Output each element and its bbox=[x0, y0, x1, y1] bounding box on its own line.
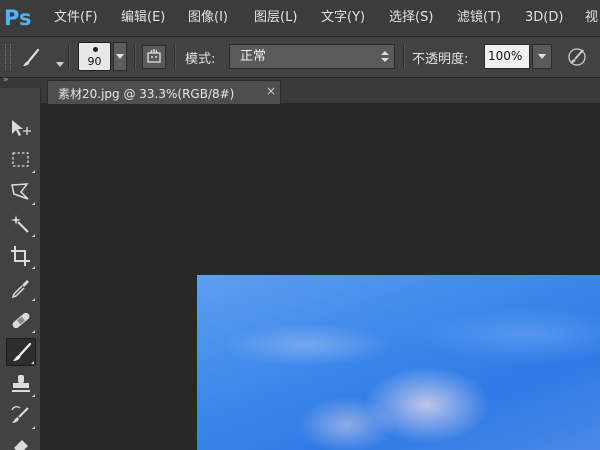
brush-panel-toggle[interactable] bbox=[142, 45, 166, 69]
polygonal-lasso-icon bbox=[11, 183, 29, 200]
submenu-corner bbox=[32, 298, 35, 301]
magic-wand-tool[interactable] bbox=[6, 210, 36, 238]
menu-file[interactable]: 文件(F) bbox=[54, 8, 98, 28]
eyedropper-icon bbox=[11, 280, 29, 299]
brush-size-picker[interactable]: 90 bbox=[78, 42, 111, 71]
submenu-corner bbox=[32, 266, 35, 269]
eraser-tool[interactable] bbox=[6, 432, 36, 450]
submenu-corner bbox=[32, 394, 35, 397]
menu-filter[interactable]: 滤镜(T) bbox=[457, 8, 501, 28]
brush-tool[interactable] bbox=[6, 338, 36, 366]
bandage-icon bbox=[12, 312, 30, 329]
menu-image[interactable]: 图像(I) bbox=[188, 8, 228, 28]
marquee-tool[interactable] bbox=[6, 146, 36, 174]
menu-3d[interactable]: 3D(D) bbox=[525, 8, 563, 28]
menu-bar: Ps 文件(F) 编辑(E) 图像(I) 图层(L) 文字(Y) 选择(S) 滤… bbox=[0, 0, 600, 37]
opacity-dropdown[interactable] bbox=[532, 44, 552, 69]
separator bbox=[134, 45, 136, 69]
menu-edit[interactable]: 编辑(E) bbox=[121, 8, 165, 28]
magic-wand-icon bbox=[11, 215, 29, 233]
blend-mode-select[interactable]: 正常 bbox=[229, 44, 395, 69]
lasso-tool[interactable] bbox=[6, 178, 36, 206]
eraser-icon bbox=[14, 440, 28, 450]
brush-tip-icon bbox=[93, 47, 98, 52]
airbrush-icon[interactable] bbox=[566, 46, 588, 68]
updown-arrows-icon bbox=[381, 51, 389, 62]
history-brush-icon bbox=[11, 406, 29, 423]
history-brush-tool[interactable] bbox=[6, 402, 36, 430]
brush-size-dropdown[interactable] bbox=[113, 42, 127, 71]
menu-view[interactable]: 视 bbox=[585, 8, 598, 28]
separator bbox=[403, 45, 405, 69]
close-icon[interactable]: × bbox=[266, 84, 276, 98]
move-tool[interactable] bbox=[6, 114, 36, 142]
rectangle-marquee-icon bbox=[12, 152, 29, 167]
opacity-label: 不透明度: bbox=[412, 52, 469, 67]
move-icon bbox=[12, 120, 31, 136]
submenu-corner bbox=[32, 426, 35, 429]
menu-type[interactable]: 文字(Y) bbox=[321, 8, 365, 28]
eyedropper-tool[interactable] bbox=[6, 274, 36, 302]
menu-layer[interactable]: 图层(L) bbox=[254, 8, 297, 28]
crop-tool[interactable] bbox=[6, 242, 36, 270]
crop-icon bbox=[11, 246, 30, 266]
tools-panel: » bbox=[0, 75, 41, 450]
chevron-down-icon[interactable] bbox=[55, 54, 65, 67]
photoshop-logo[interactable]: Ps bbox=[4, 4, 36, 32]
separator bbox=[174, 45, 176, 69]
stamp-icon bbox=[12, 375, 30, 392]
document-tab-bar: 素材20.jpg @ 33.3%(RGB/8#) × bbox=[41, 78, 600, 104]
separator bbox=[68, 45, 70, 69]
healing-brush-tool[interactable] bbox=[6, 306, 36, 334]
options-grip[interactable] bbox=[5, 44, 11, 70]
opacity-input[interactable]: 100% bbox=[484, 44, 530, 69]
expand-icon[interactable]: » bbox=[3, 75, 8, 85]
canvas-pasteboard[interactable] bbox=[41, 104, 600, 450]
submenu-corner bbox=[32, 202, 35, 205]
brush-preset-icon[interactable] bbox=[20, 47, 42, 69]
submenu-corner bbox=[32, 234, 35, 237]
submenu-corner bbox=[31, 361, 34, 364]
tools-panel-header[interactable]: » bbox=[0, 75, 41, 88]
document-image-sky[interactable] bbox=[197, 275, 600, 450]
mode-label: 模式: bbox=[185, 52, 216, 67]
submenu-corner bbox=[32, 330, 35, 333]
document-tab[interactable]: 素材20.jpg @ 33.3%(RGB/8#) × bbox=[47, 80, 281, 104]
options-bar: 90 模式: 正常 不透明度: 100% bbox=[0, 37, 600, 78]
brush-size-value: 90 bbox=[87, 55, 102, 68]
submenu-corner bbox=[32, 170, 35, 173]
menu-select[interactable]: 选择(S) bbox=[389, 8, 433, 28]
clone-stamp-tool[interactable] bbox=[6, 370, 36, 398]
blend-mode-value: 正常 bbox=[240, 49, 267, 64]
document-tab-title: 素材20.jpg @ 33.3%(RGB/8#) bbox=[58, 87, 235, 101]
